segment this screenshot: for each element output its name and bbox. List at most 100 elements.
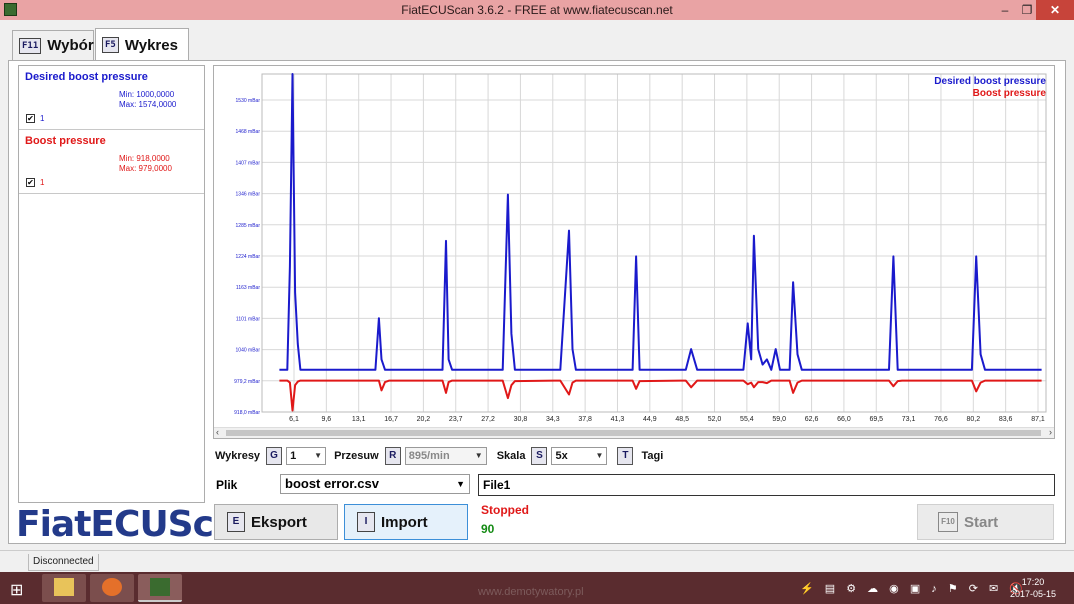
x-tick-label: 37,8 <box>578 416 592 423</box>
x-tick-label: 83,6 <box>999 416 1013 423</box>
x-tick-label: 30,8 <box>514 416 528 423</box>
scroll-thumb[interactable] <box>226 430 1041 436</box>
wykresy-select[interactable]: 1 ▼ <box>286 447 327 465</box>
import-button[interactable]: I Import <box>344 504 468 540</box>
przesuw-label: Przesuw <box>334 450 379 462</box>
status-panel: File1 Stopped 90 F10 Start <box>477 472 1056 542</box>
tagi-label[interactable]: Tagi <box>641 450 663 462</box>
export-button[interactable]: E Eksport <box>214 504 338 540</box>
f11-key-icon: F11 <box>19 37 42 54</box>
param-checkbox-label: 1 <box>40 114 45 123</box>
param-min: Min: 918,0000 <box>119 154 170 163</box>
watermark: www.demotywatory.pl <box>478 586 584 598</box>
tab-label: Wykres <box>124 36 178 54</box>
przesuw-select[interactable]: 895/min ▼ <box>404 447 487 465</box>
x-tick-label: 48,5 <box>675 416 689 423</box>
file-name-field[interactable]: File1 <box>478 474 1055 496</box>
chart-panel[interactable]: 1530 mBar 1468 mBar 1407 mBar 1346 mBar 1285… <box>213 65 1055 439</box>
fiatecuscan-icon <box>150 578 170 596</box>
f5-key-icon: F5 <box>102 37 119 53</box>
param-max: Max: 1574,0000 <box>119 100 177 109</box>
chart-scrollbar[interactable]: ‹ › <box>214 427 1054 438</box>
wykresy-key-icon: G <box>266 447 283 465</box>
taskbar-firefox[interactable] <box>90 574 134 602</box>
x-tick-label: 76,6 <box>934 416 948 423</box>
chevron-down-icon: ▼ <box>314 451 323 460</box>
skala-label: Skala <box>496 450 526 462</box>
chart-controls: Wykresy G 1 ▼ Przesuw R 895/min ▼ Skala S … <box>215 446 663 466</box>
x-tick-label: 52,0 <box>708 416 722 423</box>
file-label: Plik <box>216 478 238 492</box>
export-key-icon: E <box>227 512 245 532</box>
status-text: Stopped <box>481 503 529 517</box>
x-tick-label: 62,6 <box>805 416 819 423</box>
x-tick-label: 80,2 <box>966 416 980 423</box>
windows-start-icon[interactable]: ⊞ <box>10 580 23 600</box>
x-tick-label: 44,9 <box>643 416 657 423</box>
skala-select[interactable]: 5x ▼ <box>551 447 608 465</box>
firefox-icon <box>102 578 122 596</box>
x-tick-label: 23,7 <box>449 416 463 423</box>
clock-date: 2017-05-15 <box>1010 589 1057 599</box>
parameter-list: Desired boost pressure Min: 1000,0000 Ma… <box>18 65 205 503</box>
sample-count: 90 <box>481 522 495 536</box>
x-tick-label: 66,0 <box>837 416 851 423</box>
title-bar: FiatECUScan 3.6.2 - FREE at www.fiatecus… <box>0 0 1074 20</box>
y-tick-label: 1101 mBar <box>236 316 260 322</box>
tagi-key-icon[interactable]: T <box>617 447 634 465</box>
param-boost[interactable]: Boost pressure Min: 918,0000 Max: 979,00… <box>19 130 204 194</box>
chart-svg: 1530 mBar 1468 mBar 1407 mBar 1346 mBar 1285… <box>234 73 1047 423</box>
x-tick-label: 69,5 <box>869 416 883 423</box>
x-tick-label: 87,1 <box>1031 416 1045 423</box>
y-tick-label: 1530 mBar <box>236 98 261 104</box>
clock-time: 17:20 <box>1021 577 1045 587</box>
file-value: boost error.csv <box>285 476 379 491</box>
param-desired-boost[interactable]: Desired boost pressure Min: 1000,0000 Ma… <box>19 66 204 130</box>
scroll-left-icon[interactable]: ‹ <box>216 427 219 437</box>
przesuw-value: 895/min <box>408 450 450 462</box>
x-tick-label: 41,3 <box>611 416 625 423</box>
system-tray[interactable]: ⚡ ▤ ⚙ ☁ ◉ ▣ ♪ ⚑ ⟳ ✉ 🔇 <box>800 582 1027 595</box>
start-button[interactable]: F10 Start <box>917 504 1054 540</box>
status-bar: Disconnected <box>0 550 1074 572</box>
file-select[interactable]: boost error.csv ▼ <box>280 474 470 494</box>
y-tick-label: 1224 mBar <box>236 254 261 260</box>
close-button[interactable]: ✕ <box>1036 0 1074 20</box>
clock[interactable]: 17:20 2017-05-15 <box>1010 576 1056 600</box>
param-name: Boost pressure <box>25 135 106 147</box>
plot-area <box>261 73 1047 413</box>
y-tick-label: 1346 mBar <box>236 192 261 198</box>
x-tick-label: 55,4 <box>740 416 754 423</box>
chevron-down-icon: ▼ <box>595 451 604 460</box>
f10-key-icon: F10 <box>938 512 958 532</box>
legend-desired: Desired boost pressure <box>934 76 1046 87</box>
tab-wybor[interactable]: F11 Wybór <box>12 30 94 60</box>
param-max: Max: 979,0000 <box>119 164 172 173</box>
taskbar-explorer[interactable] <box>42 574 86 602</box>
x-tick-label: 34,3 <box>546 416 560 423</box>
series-boost-line <box>279 379 1042 412</box>
wykresy-label: Wykresy <box>215 450 261 462</box>
y-tick-label: 918,0 mBar <box>234 410 260 416</box>
param-checkbox[interactable]: ✔ <box>26 114 35 123</box>
scroll-right-icon[interactable]: › <box>1049 427 1052 437</box>
skala-key-icon: S <box>531 447 548 465</box>
taskbar-fiatecuscan[interactable] <box>138 574 182 602</box>
tab-label: Wybór <box>47 37 94 54</box>
tab-wykres[interactable]: F5 Wykres <box>95 28 189 61</box>
x-tick-label: 13,1 <box>352 416 366 423</box>
connection-status: Disconnected <box>28 554 99 571</box>
chevron-down-icon: ▼ <box>456 479 465 489</box>
import-key-icon: I <box>357 512 375 532</box>
y-tick-label: 1163 mBar <box>236 285 260 291</box>
y-tick-label: 979,2 mBar <box>234 379 260 385</box>
param-name: Desired boost pressure <box>25 71 148 83</box>
chart-legend: Desired boost pressure Boost pressure <box>934 76 1046 100</box>
param-checkbox[interactable]: ✔ <box>26 178 35 187</box>
series-desired-boost-line <box>279 73 1042 371</box>
x-tick-label: 73,1 <box>902 416 916 423</box>
x-tick-label: 6,1 <box>289 416 299 423</box>
window-title: FiatECUScan 3.6.2 - FREE at www.fiatecus… <box>401 3 673 17</box>
x-tick-label: 59,0 <box>772 416 786 423</box>
param-min: Min: 1000,0000 <box>119 90 175 99</box>
